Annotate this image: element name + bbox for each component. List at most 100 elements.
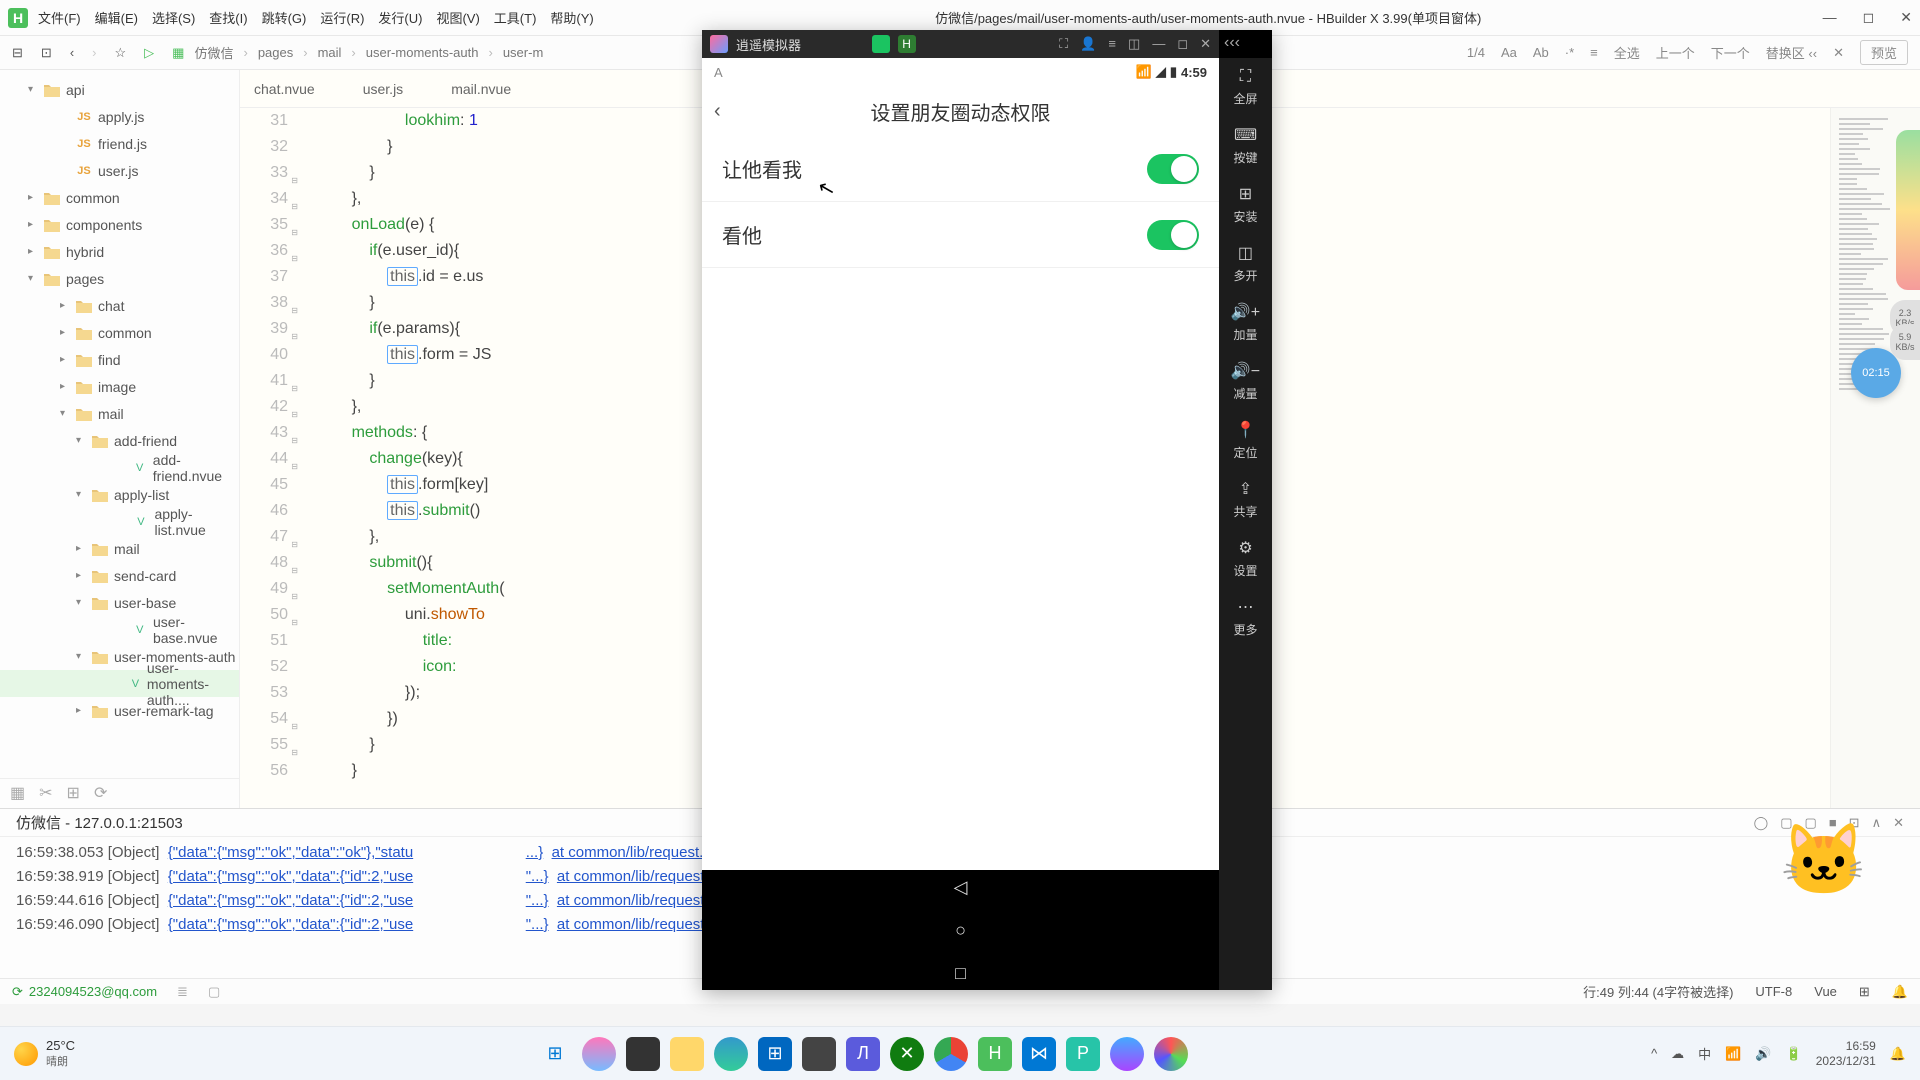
tab-3[interactable] bbox=[555, 81, 563, 97]
taskbar-vscode[interactable]: ⋈ bbox=[1022, 1037, 1056, 1071]
encoding[interactable]: UTF-8 bbox=[1755, 984, 1792, 999]
taskbar-weather[interactable]: 25°C 晴朗 bbox=[14, 1038, 75, 1069]
emu-side-共享[interactable]: ⇪共享 bbox=[1233, 469, 1257, 528]
search-opt-case[interactable]: Aa bbox=[1501, 45, 1517, 60]
emu-side-定位[interactable]: 📍定位 bbox=[1233, 410, 1257, 469]
tree-chat[interactable]: ▸chat bbox=[0, 292, 239, 319]
taskbar-store[interactable]: ⊞ bbox=[758, 1037, 792, 1071]
taskbar-app-1[interactable] bbox=[582, 1037, 616, 1071]
emu-user-icon[interactable]: 👤 bbox=[1080, 36, 1096, 52]
tray-chevron-icon[interactable]: ^ bbox=[1651, 1046, 1657, 1061]
tree-hybrid[interactable]: ▸hybrid bbox=[0, 238, 239, 265]
menu-goto[interactable]: 跳转(G) bbox=[262, 8, 307, 27]
toolbar-save-icon[interactable]: ⊡ bbox=[41, 45, 52, 61]
start-button[interactable]: ⊞ bbox=[538, 1037, 572, 1071]
tree-common[interactable]: ▸common bbox=[0, 184, 239, 211]
emu-menu-icon[interactable]: ≡ bbox=[1108, 36, 1116, 52]
taskbar-app-6[interactable] bbox=[802, 1037, 836, 1071]
tree-common[interactable]: ▸common bbox=[0, 319, 239, 346]
nav-recent-square-icon[interactable]: □ bbox=[955, 963, 966, 984]
toggle-lookme[interactable] bbox=[1147, 220, 1199, 250]
taskbar-app-2[interactable] bbox=[626, 1037, 660, 1071]
toggle-lookhim[interactable] bbox=[1147, 154, 1199, 184]
tree-user-base.nvue[interactable]: Vuser-base.nvue bbox=[0, 616, 239, 643]
menu-edit[interactable]: 编辑(E) bbox=[95, 8, 138, 27]
emu-window-icon[interactable]: ◫ bbox=[1128, 36, 1140, 52]
status-ico-bell[interactable]: 🔔 bbox=[1892, 984, 1908, 1000]
breadcrumb-2[interactable]: mail bbox=[318, 45, 342, 60]
taskbar-xbox[interactable]: ✕ bbox=[890, 1037, 924, 1071]
emu-side-更多[interactable]: ⋯更多 bbox=[1233, 587, 1257, 646]
taskbar-app-p[interactable]: P bbox=[1066, 1037, 1100, 1071]
tree-send-card[interactable]: ▸send-card bbox=[0, 562, 239, 589]
tree-api[interactable]: ▾api bbox=[0, 76, 239, 103]
menu-view[interactable]: 视图(V) bbox=[436, 8, 479, 27]
sb-ico-3[interactable]: ⊞ bbox=[67, 783, 80, 803]
search-opt-lines[interactable]: ≡ bbox=[1590, 45, 1598, 60]
status-ico-2[interactable]: ▢ bbox=[208, 984, 220, 1000]
tree-apply.js[interactable]: JSapply.js bbox=[0, 103, 239, 130]
tab-5[interactable] bbox=[651, 81, 659, 97]
menu-find[interactable]: 查找(I) bbox=[209, 8, 247, 27]
tree-components[interactable]: ▸components bbox=[0, 211, 239, 238]
emulator-app2-icon[interactable]: H bbox=[898, 35, 916, 53]
tree-apply-list.nvue[interactable]: Vapply-list.nvue bbox=[0, 508, 239, 535]
breadcrumb-3[interactable]: user-moments-auth bbox=[366, 45, 479, 60]
tree-mail[interactable]: ▾mail bbox=[0, 400, 239, 427]
emu-side-按键[interactable]: ⌨按键 bbox=[1233, 115, 1257, 174]
toolbar-collapse-icon[interactable]: ⊟ bbox=[12, 45, 23, 61]
tray-volume-icon[interactable]: 🔊 bbox=[1755, 1046, 1771, 1062]
taskbar-chrome[interactable] bbox=[934, 1037, 968, 1071]
tray-battery-icon[interactable]: 🔋 bbox=[1786, 1046, 1802, 1062]
search-next[interactable]: 下一个 bbox=[1711, 43, 1750, 62]
emu-close-icon[interactable]: ✕ bbox=[1200, 36, 1211, 52]
emulator-app1-icon[interactable] bbox=[872, 35, 890, 53]
nav-fwd-icon[interactable]: › bbox=[92, 45, 96, 60]
menu-file[interactable]: 文件(F) bbox=[38, 8, 81, 27]
mascot-icon[interactable]: 🐱 bbox=[1780, 820, 1880, 920]
close-button[interactable]: ✕ bbox=[1900, 9, 1912, 26]
tree-apply-list[interactable]: ▾apply-list bbox=[0, 481, 239, 508]
emu-side-设置[interactable]: ⚙设置 bbox=[1233, 528, 1257, 587]
nav-back-triangle-icon[interactable]: ◁ bbox=[954, 877, 968, 898]
search-prev[interactable]: 上一个 bbox=[1656, 43, 1695, 62]
maximize-button[interactable]: ◻ bbox=[1863, 9, 1875, 26]
tree-friend.js[interactable]: JSfriend.js bbox=[0, 130, 239, 157]
breadcrumb-0[interactable]: 仿微信 bbox=[194, 43, 233, 62]
tab-1[interactable]: user.js bbox=[359, 73, 407, 105]
tree-find[interactable]: ▸find bbox=[0, 346, 239, 373]
tree-add-friend.nvue[interactable]: Vadd-friend.nvue bbox=[0, 454, 239, 481]
search-opt-regex[interactable]: ·* bbox=[1565, 45, 1574, 60]
tree-user-moments-auth....[interactable]: Vuser-moments-auth.... bbox=[0, 670, 239, 697]
tray-ime-icon[interactable]: 中 bbox=[1698, 1044, 1711, 1063]
emu-side-全屏[interactable]: ⛶全屏 bbox=[1233, 58, 1257, 115]
taskbar-app-7[interactable]: Л bbox=[846, 1037, 880, 1071]
breadcrumb-1[interactable]: pages bbox=[258, 45, 293, 60]
emu-min-icon[interactable]: — bbox=[1152, 36, 1165, 52]
status-ico-grid[interactable]: ⊞ bbox=[1859, 984, 1870, 1000]
taskbar-explorer[interactable] bbox=[670, 1037, 704, 1071]
sb-ico-4[interactable]: ⟳ bbox=[94, 783, 107, 803]
search-select-all[interactable]: 全选 bbox=[1614, 43, 1640, 62]
search-opt-word[interactable]: Ab bbox=[1533, 45, 1549, 60]
nav-home-circle-icon[interactable]: ○ bbox=[955, 920, 966, 941]
taskbar-clock[interactable]: 16:59 2023/12/31 bbox=[1816, 1039, 1876, 1069]
taskbar-app-14[interactable] bbox=[1154, 1037, 1188, 1071]
star-icon[interactable]: ☆ bbox=[115, 45, 127, 61]
emu-max-icon[interactable]: ◻ bbox=[1177, 36, 1188, 52]
search-close[interactable]: ✕ bbox=[1833, 45, 1844, 61]
back-icon[interactable]: ‹ bbox=[714, 100, 744, 123]
nav-back-icon[interactable]: ‹ bbox=[70, 45, 74, 60]
tree-image[interactable]: ▸image bbox=[0, 373, 239, 400]
emu-side-减量[interactable]: 🔊−减量 bbox=[1231, 351, 1260, 410]
console-tool-close[interactable]: ✕ bbox=[1893, 815, 1904, 831]
sb-ico-2[interactable]: ✂ bbox=[39, 783, 52, 803]
sb-ico-1[interactable]: ▦ bbox=[10, 783, 25, 803]
emu-fullscreen-icon[interactable]: ⛶ bbox=[1059, 36, 1068, 52]
minimize-button[interactable]: — bbox=[1823, 9, 1837, 26]
menu-tools[interactable]: 工具(T) bbox=[494, 8, 537, 27]
tree-user-base[interactable]: ▾user-base bbox=[0, 589, 239, 616]
status-ico-1[interactable]: ≣ bbox=[177, 984, 188, 1000]
account-label[interactable]: ⟳ 2324094523@qq.com bbox=[12, 984, 157, 1000]
emu-side-多开[interactable]: ◫多开 bbox=[1233, 233, 1257, 292]
